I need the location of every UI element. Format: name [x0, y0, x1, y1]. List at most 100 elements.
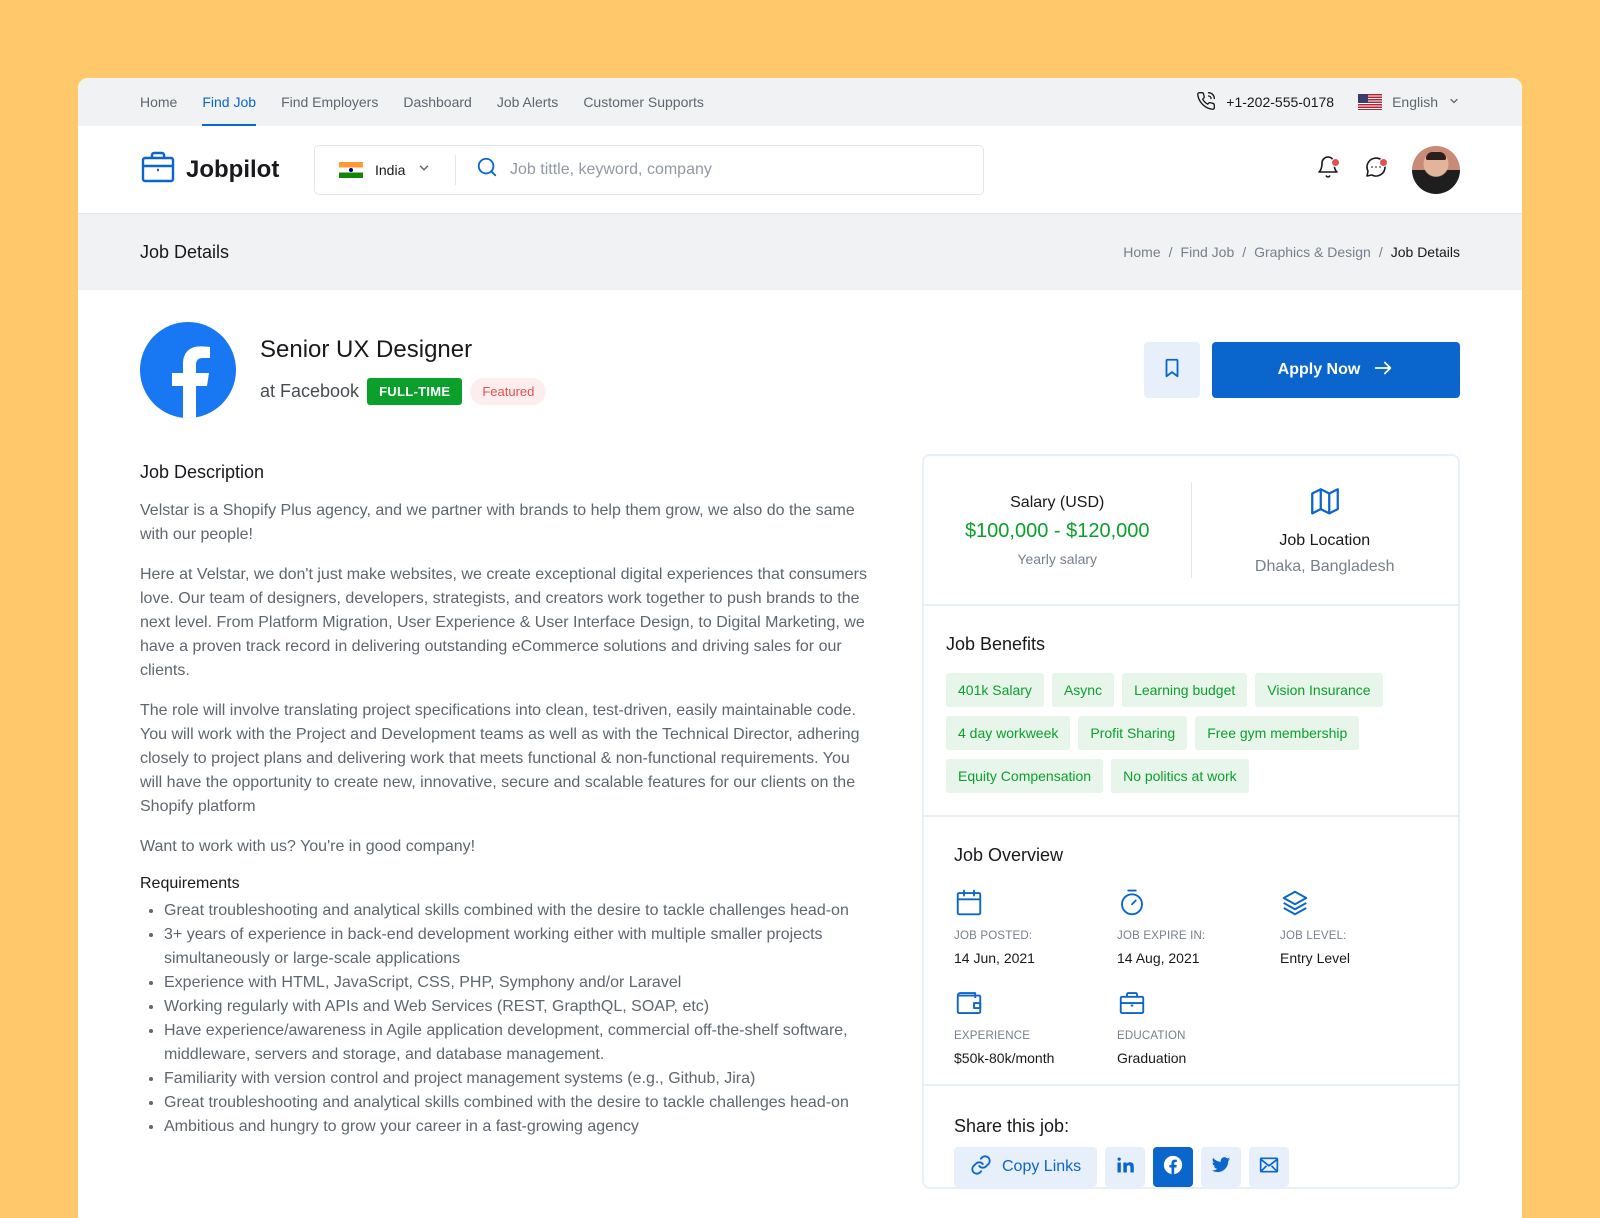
benefit-chip: No politics at work	[1111, 759, 1249, 793]
notifications-button[interactable]	[1316, 156, 1340, 182]
overview-value: Graduation	[1117, 1050, 1187, 1066]
language-label: English	[1392, 94, 1438, 110]
app-window: Home Find Job Find Employers Dashboard J…	[78, 78, 1522, 1218]
facebook-icon	[1162, 1154, 1184, 1181]
location-label: Job Location	[1279, 531, 1371, 549]
share-email-button[interactable]	[1249, 1147, 1290, 1187]
overview-section: Job Overview JOB POSTED: 14 Jun, 2021 JO	[924, 817, 1458, 1086]
copy-links-label: Copy Links	[1002, 1158, 1082, 1175]
india-flag-icon	[339, 161, 363, 178]
benefits-heading: Job Benefits	[946, 634, 1046, 654]
overview-item-education: EDUCATION Graduation	[1117, 988, 1280, 1066]
timer-icon	[1117, 888, 1280, 918]
bookmark-button[interactable]	[1144, 342, 1200, 398]
overview-heading: Job Overview	[954, 845, 1064, 865]
twitter-icon	[1211, 1155, 1231, 1180]
nav-find-employers[interactable]: Find Employers	[281, 78, 378, 126]
nav-job-alerts[interactable]: Job Alerts	[497, 78, 558, 126]
stack-icon	[1280, 888, 1443, 918]
location-block: Job Location Dhaka, Bangladesh	[1192, 485, 1459, 576]
job-sidebar: Salary (USD) $100,000 - $120,000 Yearly …	[922, 454, 1460, 1189]
overview-key: EXPERIENCE	[954, 1030, 1031, 1042]
messages-button[interactable]	[1364, 157, 1388, 182]
description-paragraph: Want to work with us? You're in good com…	[140, 838, 476, 855]
featured-badge: Featured	[470, 377, 547, 405]
arrow-right-icon	[1372, 357, 1394, 384]
language-selector[interactable]: English	[1358, 94, 1460, 110]
copy-links-button[interactable]: Copy Links	[954, 1147, 1098, 1187]
search-input[interactable]	[510, 160, 930, 179]
benefit-chip: Equity Compensation	[946, 759, 1104, 793]
briefcase-logo-icon	[140, 149, 176, 190]
overview-value: $50k-80k/month	[954, 1050, 1055, 1066]
breadcrumb-home[interactable]: Home	[1123, 244, 1160, 260]
job-description: Job Description Velstar is a Shopify Plu…	[140, 448, 874, 1189]
avatar[interactable]	[1412, 145, 1460, 194]
top-nav: Home Find Job Find Employers Dashboard J…	[140, 78, 704, 126]
nav-customer-supports[interactable]: Customer Supports	[583, 78, 704, 126]
job-header: Senior UX Designer at Facebook FULL-TIME…	[78, 290, 1522, 418]
benefit-chip: 401k Salary	[946, 673, 1044, 707]
top-bar: Home Find Job Find Employers Dashboard J…	[78, 78, 1522, 126]
breadcrumb-find-job[interactable]: Find Job	[1181, 244, 1235, 260]
requirement-item: Have experience/awareness in Agile appli…	[164, 1019, 874, 1067]
logo[interactable]: Jobpilot	[140, 149, 314, 190]
nav-find-job[interactable]: Find Job	[202, 78, 256, 126]
overview-value: 14 Aug, 2021	[1117, 950, 1200, 966]
breadcrumb-current: Job Details	[1390, 244, 1460, 260]
nav-home[interactable]: Home	[140, 78, 177, 126]
salary-amount: $100,000 - $120,000	[964, 519, 1150, 542]
requirement-item: Familiarity with version control and pro…	[164, 1067, 874, 1091]
calendar-icon	[954, 888, 1117, 918]
job-meta: at Facebook FULL-TIME Featured	[260, 377, 547, 405]
search-icon	[476, 156, 498, 183]
requirement-item: 3+ years of experience in back-end devel…	[164, 923, 874, 971]
salary-label: Salary (USD)	[1010, 493, 1105, 511]
share-section: Share this job: Copy Links	[924, 1086, 1458, 1187]
phone-contact[interactable]: +1-202-555-0178	[1196, 91, 1334, 114]
apply-label: Apply Now	[1277, 361, 1361, 378]
salary-location-card: Salary (USD) $100,000 - $120,000 Yearly …	[924, 456, 1458, 606]
location-value: Dhaka, Bangladesh	[1254, 557, 1395, 575]
share-linkedin-button[interactable]	[1105, 1147, 1146, 1187]
requirement-item: Ambitious and hungry to grow your career…	[164, 1115, 874, 1139]
phone-icon	[1196, 91, 1216, 114]
envelope-icon	[1259, 1155, 1279, 1180]
overview-key: JOB EXPIRE IN:	[1117, 930, 1206, 942]
requirement-item: Working regularly with APIs and Web Serv…	[164, 995, 874, 1019]
chevron-down-icon	[417, 161, 431, 178]
job-content: Job Description Velstar is a Shopify Plu…	[78, 448, 1522, 1189]
requirements-heading: Requirements	[140, 875, 240, 892]
country-selector[interactable]: India	[315, 154, 456, 185]
header-actions	[1316, 145, 1460, 194]
job-title: Senior UX Designer	[260, 335, 473, 363]
breadcrumb-category[interactable]: Graphics & Design	[1254, 244, 1371, 260]
apply-now-button[interactable]: Apply Now	[1212, 342, 1460, 398]
job-actions: Apply Now	[1144, 342, 1460, 398]
benefit-chip: Vision Insurance	[1255, 673, 1383, 707]
bookmark-icon	[1161, 357, 1183, 384]
benefit-chip: Learning budget	[1122, 673, 1248, 707]
nav-dashboard[interactable]: Dashboard	[403, 78, 472, 126]
benefit-chip: Profit Sharing	[1078, 716, 1188, 750]
requirement-item: Great troubleshooting and analytical ski…	[164, 899, 874, 923]
main-header: Jobpilot India	[78, 126, 1522, 214]
link-icon	[970, 1154, 992, 1181]
job-info: Senior UX Designer at Facebook FULL-TIME…	[260, 335, 547, 405]
job-type-badge: FULL-TIME	[367, 377, 463, 405]
message-dot	[1379, 157, 1388, 167]
search-bar: India	[314, 144, 984, 195]
overview-key: EDUCATION	[1117, 1030, 1186, 1042]
wallet-icon	[954, 988, 1117, 1018]
search-field	[456, 156, 983, 183]
overview-value: Entry Level	[1280, 950, 1351, 966]
share-facebook-button[interactable]	[1153, 1147, 1194, 1187]
share-heading: Share this job:	[954, 1116, 1070, 1136]
benefit-chip: Async	[1051, 673, 1115, 707]
page-header: Job Details Home / Find Job / Graphics &…	[78, 214, 1522, 290]
share-twitter-button[interactable]	[1201, 1147, 1242, 1187]
page-title: Job Details	[140, 241, 230, 262]
company-name: at Facebook	[260, 380, 360, 401]
salary-period: Yearly salary	[1017, 550, 1098, 567]
linkedin-icon	[1115, 1155, 1135, 1180]
